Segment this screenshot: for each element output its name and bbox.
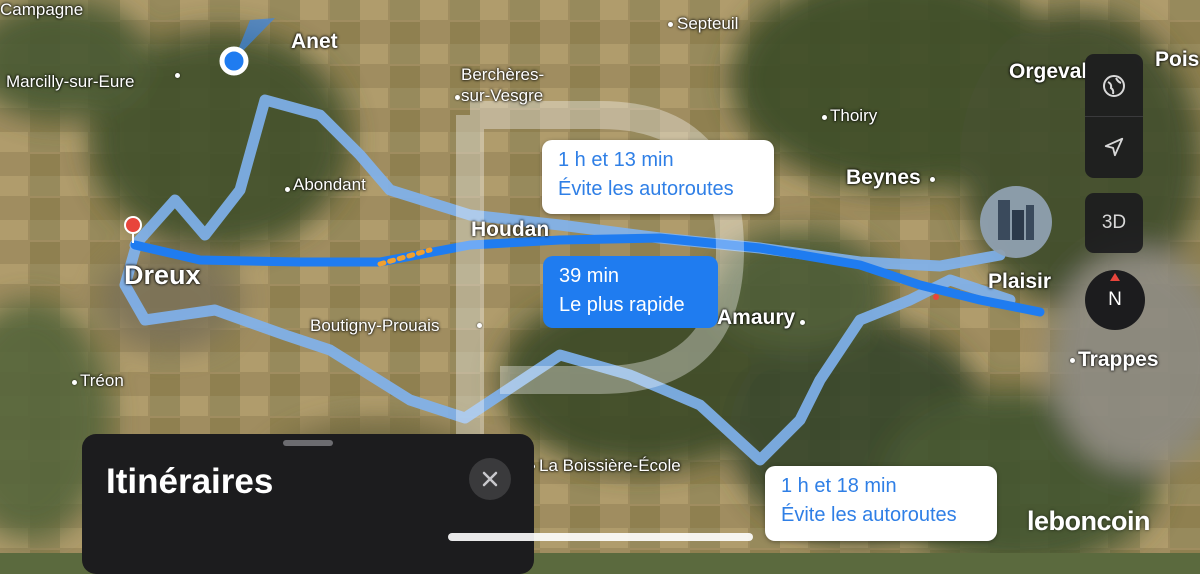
route-duration: 1 h et 13 min [558, 149, 674, 171]
place-label: Thoiry [830, 106, 878, 125]
place-label: Abondant [293, 175, 366, 194]
place-label: La Boissière-École [539, 456, 681, 475]
close-icon[interactable] [469, 458, 511, 500]
route-duration: 1 h et 18 min [781, 475, 897, 497]
route-callout-3[interactable]: 1 h et 18 min Évite les autoroutes [765, 466, 997, 541]
map-style-button[interactable] [1085, 54, 1143, 178]
sheet-title: Itinéraires [106, 462, 274, 501]
place-label: Houdan [471, 218, 550, 241]
place-label: Dreux [124, 260, 201, 290]
view-3d-button[interactable]: 3D [1085, 193, 1143, 253]
place-label: Campagne [0, 0, 84, 19]
place-label: Marcilly-sur-Eure [6, 72, 135, 91]
compass-button[interactable]: N [1085, 270, 1145, 330]
place-label: Septeuil [677, 14, 739, 33]
route-callout-1[interactable]: 1 h et 13 min Évite les autoroutes [542, 140, 774, 214]
globe-icon[interactable] [1102, 56, 1126, 116]
place-label: Tréon [80, 371, 124, 390]
place-label: Poiss [1155, 48, 1200, 71]
location-arrow-icon[interactable] [1103, 117, 1125, 177]
place-label: Beynes [846, 166, 921, 189]
compass-label: N [1108, 289, 1122, 310]
destination-pin [124, 216, 142, 234]
route-callout-2[interactable]: 39 min Le plus rapide [543, 256, 718, 328]
sheet-grabber[interactable] [283, 440, 333, 446]
routes-sheet[interactable]: Itinéraires [82, 434, 534, 574]
place-label: Boutigny-Prouais [310, 316, 440, 335]
leboncoin-watermark: leboncoin [1027, 506, 1151, 536]
home-indicator[interactable] [448, 533, 753, 541]
place-label: Berchères- sur-Vesgre [461, 65, 545, 105]
place-label: Amaury [717, 306, 796, 329]
route-note: Évite les autoroutes [558, 178, 734, 200]
route-note: Évite les autoroutes [781, 504, 957, 526]
route-note: Le plus rapide [559, 294, 685, 316]
place-label: Orgeval [1009, 60, 1088, 83]
current-location-marker [219, 46, 249, 76]
route-duration: 39 min [559, 265, 620, 287]
place-label: Plaisir [988, 270, 1052, 293]
place-label: Trappes [1078, 348, 1159, 371]
place-label: Anet [291, 30, 338, 53]
